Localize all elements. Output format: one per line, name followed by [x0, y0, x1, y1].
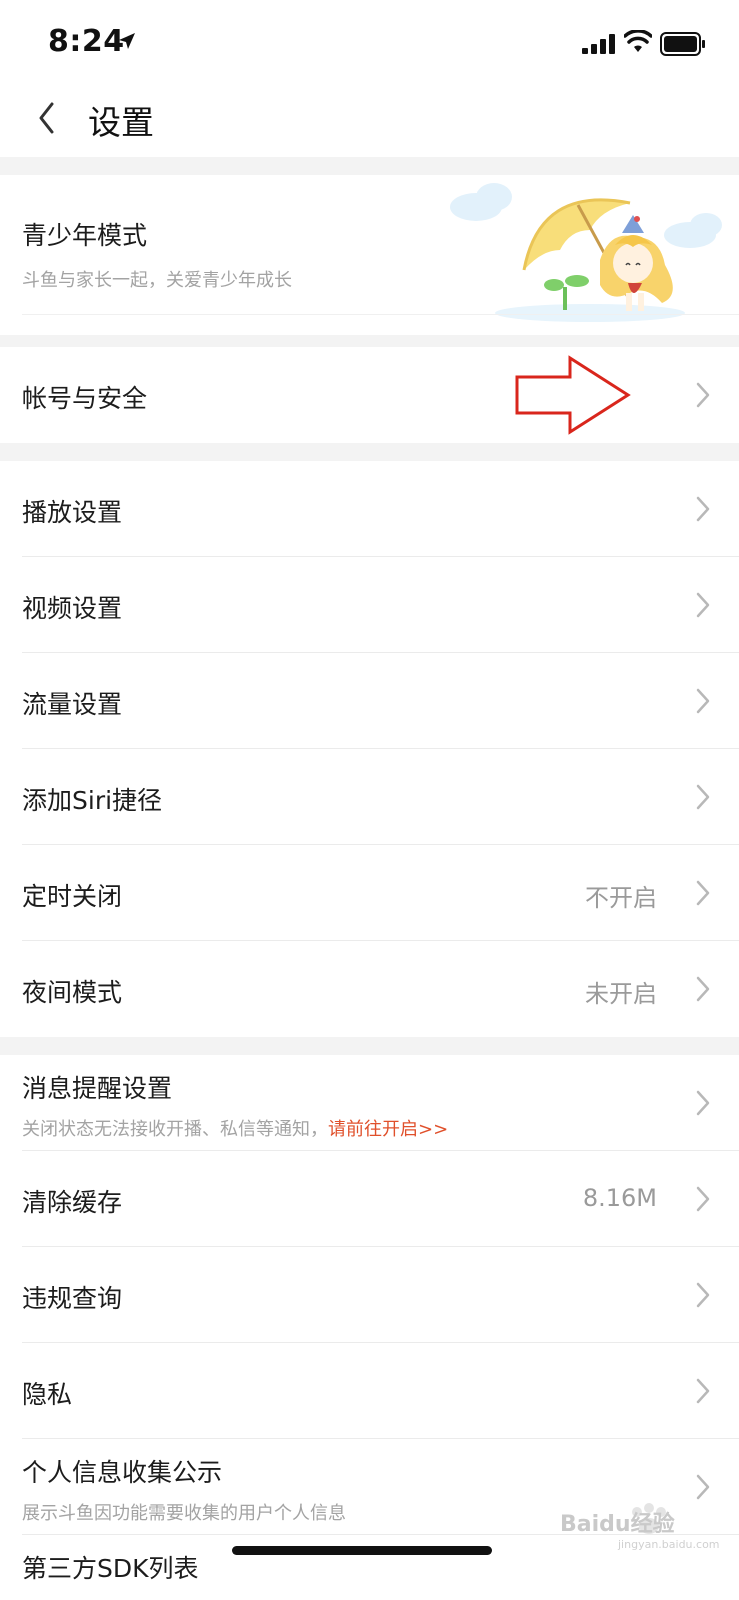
notification-hint: 关闭状态无法接收开播、私信等通知，请前往开启>> [22, 1115, 448, 1141]
section-gap [0, 443, 739, 461]
cache-size-value: 8.16M [582, 1184, 657, 1212]
battery-icon [660, 32, 705, 56]
violation-query-row[interactable]: 违规查询 [0, 1247, 739, 1343]
chevron-right-icon [696, 1186, 710, 1212]
chevron-right-icon [696, 592, 710, 618]
add-siri-shortcut-row[interactable]: 添加Siri捷径 [0, 749, 739, 845]
home-indicator[interactable] [232, 1546, 492, 1555]
chevron-right-icon [696, 1474, 710, 1500]
location-arrow-icon [119, 33, 135, 49]
night-mode-row[interactable]: 夜间模式 未开启 [0, 941, 739, 1037]
playback-settings-row[interactable]: 播放设置 [0, 461, 739, 557]
chevron-right-icon [696, 382, 710, 408]
enable-notifications-link[interactable]: 请前往开启>> [328, 1119, 448, 1140]
teen-mode-illustration [450, 183, 722, 322]
section-gap [0, 157, 739, 175]
wifi-icon [624, 30, 652, 52]
annotation-arrow-icon [515, 355, 631, 435]
row-label: 定时关闭 [22, 882, 123, 911]
chevron-right-icon [696, 1378, 710, 1404]
row-label: 添加Siri捷径 [22, 786, 163, 815]
chevron-right-icon [696, 880, 710, 906]
chevron-right-icon [696, 784, 710, 810]
watermark-subtext: jingyan.baidu.com [618, 1538, 720, 1551]
chevron-right-icon [696, 1090, 710, 1116]
row-label: 播放设置 [22, 498, 123, 527]
chevron-right-icon [696, 1282, 710, 1308]
watermark-text: Baidu经验 [560, 1512, 675, 1537]
section-gap [0, 1037, 739, 1055]
sleep-timer-row[interactable]: 定时关闭 不开启 [0, 845, 739, 941]
chevron-right-icon [696, 688, 710, 714]
row-label: 流量设置 [22, 690, 123, 719]
notification-hint-text: 关闭状态无法接收开播、私信等通知， [22, 1119, 328, 1140]
row-subtitle: 展示斗鱼因功能需要收集的用户个人信息 [22, 1503, 346, 1524]
video-settings-row[interactable]: 视频设置 [0, 557, 739, 653]
notification-settings-row[interactable]: 消息提醒设置 关闭状态无法接收开播、私信等通知，请前往开启>> [0, 1055, 739, 1151]
row-label: 消息提醒设置 [22, 1074, 173, 1103]
status-time: 8:24 [48, 24, 125, 59]
chevron-right-icon [696, 976, 710, 1002]
back-chevron-icon[interactable] [34, 100, 64, 136]
section-gap [0, 335, 739, 347]
row-label: 视频设置 [22, 594, 123, 623]
teen-mode-subtitle: 斗鱼与家长一起，关爱青少年成长 [22, 270, 292, 291]
row-label: 违规查询 [22, 1284, 123, 1313]
row-label: 夜间模式 [22, 978, 123, 1007]
teen-mode-title: 青少年模式 [22, 221, 148, 250]
chevron-right-icon [696, 496, 710, 522]
page-title: 设置 [88, 103, 154, 142]
clear-cache-row[interactable]: 清除缓存 8.16M [0, 1151, 739, 1247]
account-security-label: 帐号与安全 [22, 384, 148, 413]
row-label: 清除缓存 [22, 1188, 123, 1217]
privacy-row[interactable]: 隐私 [0, 1343, 739, 1439]
divider [22, 314, 739, 315]
data-usage-settings-row[interactable]: 流量设置 [0, 653, 739, 749]
row-label: 个人信息收集公示 [22, 1458, 223, 1487]
cellular-signal-icon [582, 34, 615, 54]
row-label: 第三方SDK列表 [22, 1554, 199, 1583]
row-value: 未开启 [585, 980, 657, 1008]
row-value: 不开启 [585, 884, 657, 912]
row-label: 隐私 [22, 1380, 73, 1409]
